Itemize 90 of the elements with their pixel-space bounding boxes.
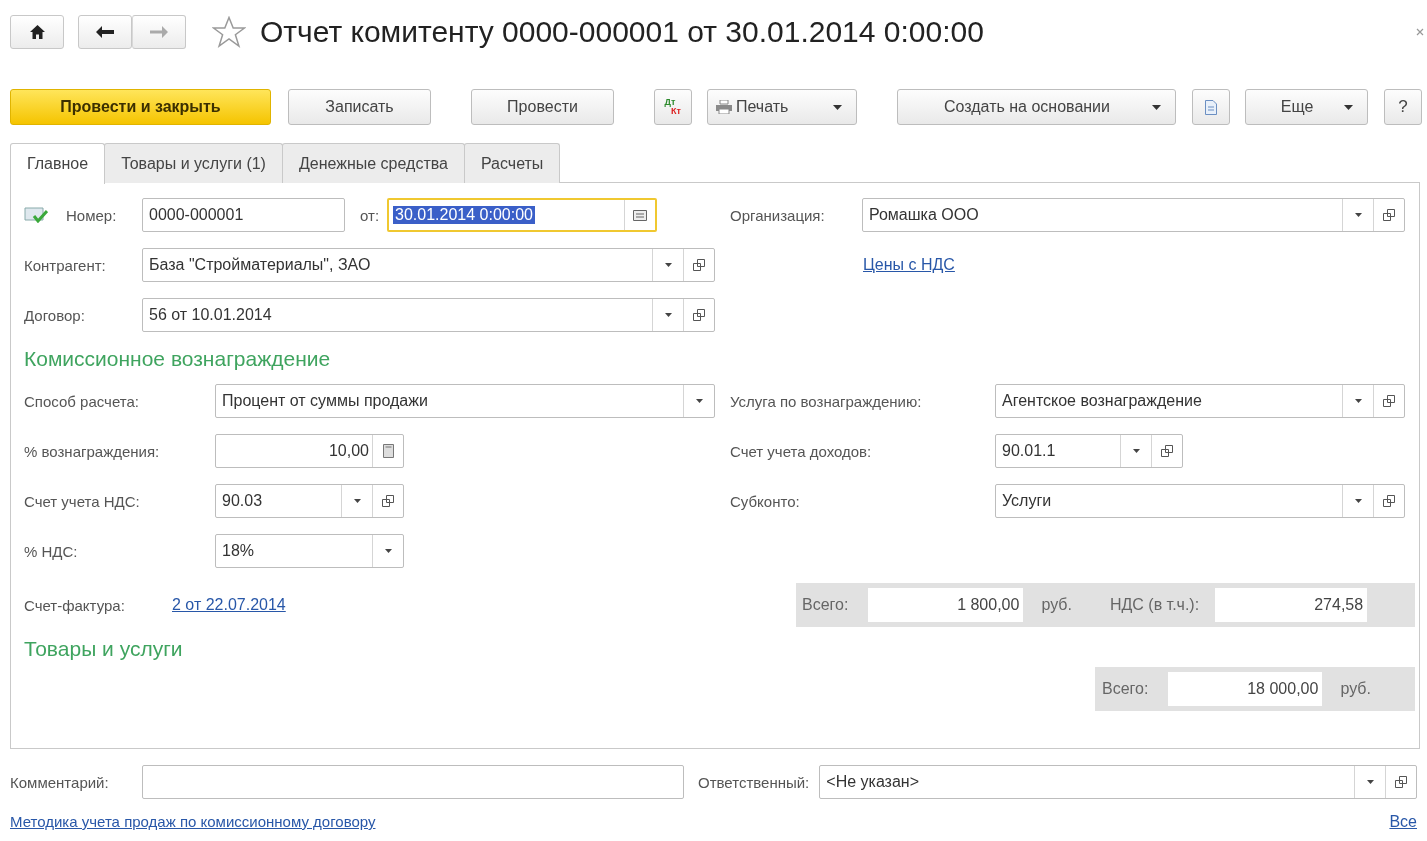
field-label: Договор: [24, 306, 86, 324]
caret-icon [695, 399, 703, 403]
open-icon [1161, 445, 1173, 457]
total-label: Всего: [1102, 680, 1149, 698]
print-button[interactable]: Печать [707, 89, 857, 125]
total-value: 18 000,00 [1168, 672, 1323, 706]
caret-icon [1354, 399, 1362, 403]
open-icon [382, 495, 394, 507]
open-icon [1383, 395, 1395, 407]
field-label: Счет учета доходов: [730, 442, 873, 460]
home-icon [29, 25, 45, 39]
forward-arrow-icon [150, 26, 168, 38]
caret-icon [1366, 780, 1374, 784]
caret-icon [664, 313, 672, 317]
post-and-close-button[interactable]: Провести и закрыть [10, 89, 271, 125]
open-icon [1383, 209, 1395, 221]
posted-document-icon [24, 207, 48, 223]
subconto-field[interactable]: Услуги [995, 484, 1405, 518]
open-icon [693, 259, 705, 271]
caret-icon [1354, 213, 1362, 217]
dt-kt-button[interactable]: Дт Кт [654, 89, 692, 125]
close-icon[interactable] [1416, 27, 1424, 37]
income-account-field[interactable]: 90.01.1 [995, 434, 1183, 468]
printer-icon [716, 100, 732, 114]
vat-value: 274,58 [1215, 588, 1368, 622]
field-label: Услуга по вознаграждению: [730, 392, 923, 410]
home-button[interactable] [10, 15, 64, 49]
vat-rate-field[interactable]: 18% [215, 534, 404, 568]
field-label: Счет учета НДС: [24, 492, 141, 510]
report-button[interactable] [1192, 89, 1230, 125]
caret-icon [1152, 104, 1161, 110]
back-button[interactable] [78, 15, 132, 49]
date-field[interactable]: 30.01.2014 0:00:00 [387, 198, 658, 232]
calculator-icon [382, 444, 394, 458]
tab[interactable]: Денежные средства [281, 143, 465, 183]
percent-field[interactable]: 10,00 [215, 434, 404, 468]
total-label: Всего: [802, 596, 849, 614]
toolbar-button[interactable]: ? [1384, 89, 1422, 125]
menu-button[interactable]: Еще [1245, 89, 1368, 125]
all-link[interactable]: Все [1389, 813, 1417, 831]
field-label: Ответственный: [698, 773, 810, 791]
window-title: Отчет комитенту 0000-000001 от 30.01.2014 0:00:00 [260, 15, 984, 49]
caret-icon [664, 263, 672, 267]
field-label: % вознаграждения: [24, 442, 161, 460]
section-title: Товары и услуги [24, 637, 184, 661]
calculation-method-field[interactable]: Процент от суммы продажи [215, 384, 715, 418]
caret-icon [833, 104, 842, 110]
field-label: Способ расчета: [24, 392, 140, 410]
toolbar-button[interactable]: Записать [288, 89, 431, 125]
open-icon [1383, 495, 1395, 507]
total-value: 1 800,00 [868, 588, 1024, 622]
tab[interactable]: Расчеты [463, 143, 561, 183]
method-link[interactable]: Методика учета продаж по комиссионному договору [10, 813, 376, 831]
caret-icon [1354, 499, 1362, 503]
caret-icon [1344, 104, 1353, 110]
currency-label: руб. [1041, 596, 1072, 614]
document-icon [1205, 99, 1217, 115]
calendar-icon [633, 209, 648, 221]
field-label: Комментарий: [10, 773, 110, 791]
field-label: от: [360, 206, 380, 224]
invoice-link[interactable]: 2 от 22.07.2014 [172, 596, 286, 614]
open-icon [693, 309, 705, 321]
field-label: Организация: [730, 206, 826, 224]
currency-label: руб. [1340, 680, 1371, 698]
counterparty-field[interactable]: База "Стройматериалы", ЗАО [142, 248, 715, 282]
contract-field[interactable]: 56 от 10.01.2014 [142, 298, 715, 332]
organization-field[interactable]: Ромашка ООО [862, 198, 1405, 232]
caret-icon [1132, 449, 1140, 453]
field-label: Номер: [66, 206, 117, 224]
comment-field[interactable] [142, 765, 684, 799]
field-label: % НДС: [24, 542, 79, 560]
toolbar-button[interactable]: Провести [471, 89, 614, 125]
open-icon [1395, 776, 1407, 788]
back-arrow-icon [96, 26, 114, 38]
field-label: Счет-фактура: [24, 596, 126, 614]
vat-label: НДС (в т.ч.): [1109, 596, 1200, 614]
service-field[interactable]: Агентское вознаграждение [995, 384, 1405, 418]
menu-button[interactable]: Создать на основании [897, 89, 1176, 125]
number-field[interactable]: 0000-000001 [142, 198, 345, 232]
caret-icon [384, 549, 392, 553]
prices-link[interactable]: Цены с НДС [863, 256, 955, 274]
field-label: Субконто: [730, 492, 801, 510]
star-icon[interactable] [212, 16, 246, 48]
section-title: Комиссионное вознаграждение [24, 347, 332, 371]
tab[interactable]: Главное [10, 143, 106, 184]
caret-icon [353, 499, 361, 503]
tab[interactable]: Товары и услуги (1) [104, 143, 283, 183]
responsible-field[interactable]: <Не указан> [819, 765, 1417, 799]
field-label: Контрагент: [24, 256, 107, 274]
vat-account-field[interactable]: 90.03 [215, 484, 404, 518]
